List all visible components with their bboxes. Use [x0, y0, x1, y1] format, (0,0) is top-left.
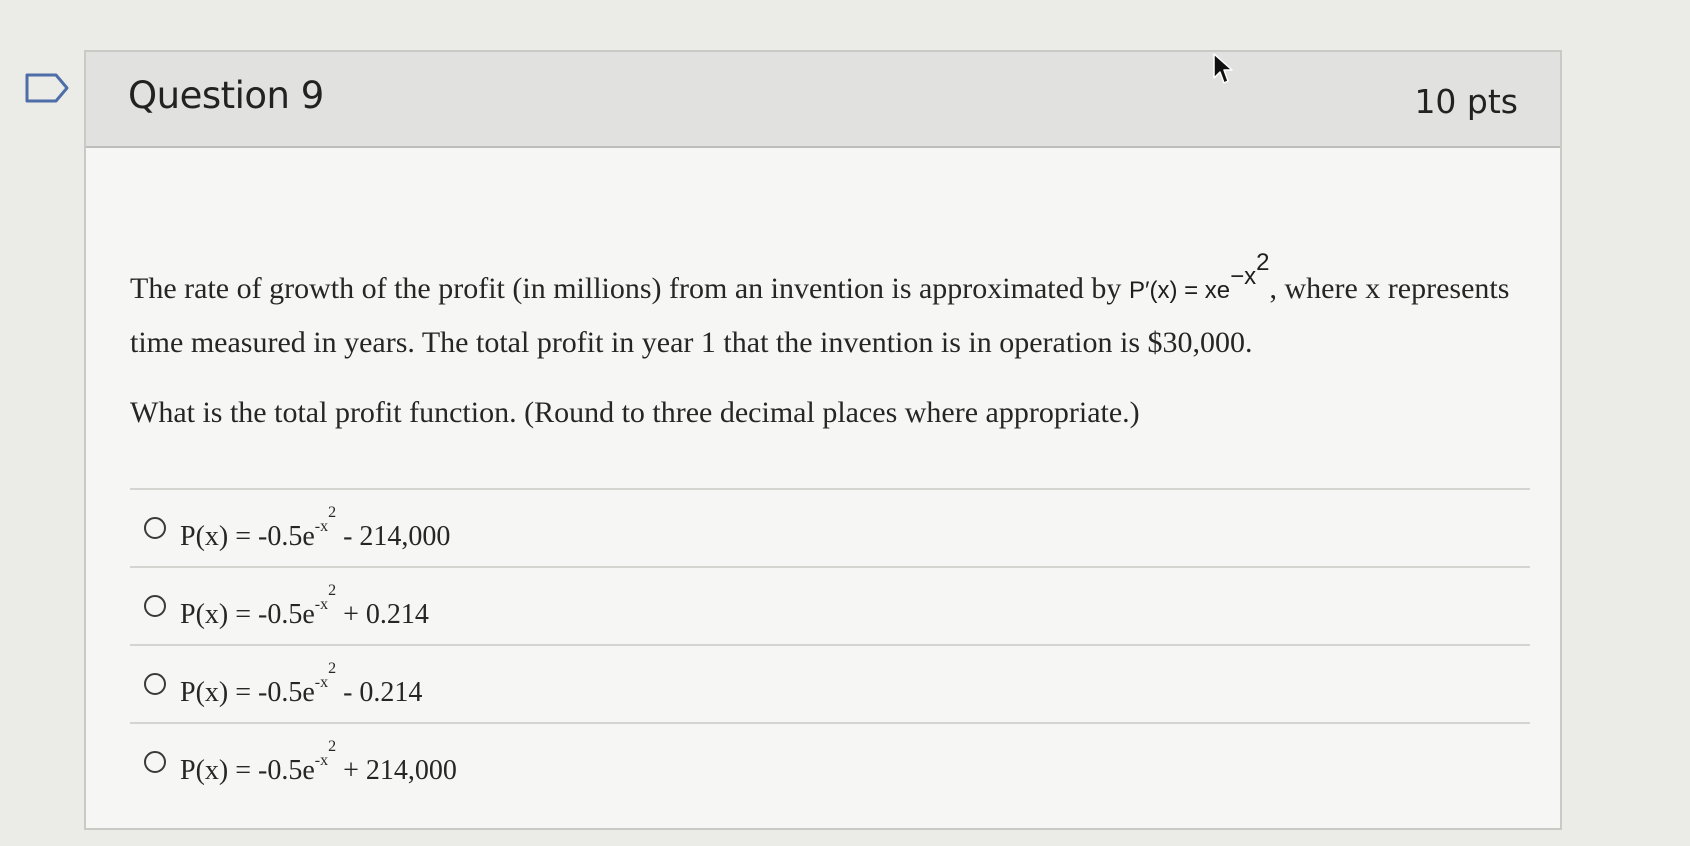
question-flag-icon[interactable] [24, 72, 70, 104]
question-title: Question 9 [128, 74, 324, 117]
derivative-formula: P′(x) = xe−x2 [1128, 249, 1270, 304]
radio-button[interactable] [144, 751, 166, 773]
answer-label: P(x) = -0.5e-x2 - 214,000 [180, 503, 451, 552]
formula-base: P′(x) = xe [1128, 277, 1231, 304]
question-prompt: What is the total profit function. (Roun… [130, 396, 1140, 429]
answer-option-2[interactable]: P(x) = -0.5e-x2 + 0.214 [130, 568, 1530, 644]
mouse-pointer-icon [1213, 53, 1233, 84]
answer-label: P(x) = -0.5e-x2 - 0.214 [180, 659, 423, 708]
question-text: The rate of growth of the profit (in mil… [130, 237, 1530, 439]
answer-list: P(x) = -0.5e-x2 - 214,000 P(x) = -0.5e-x… [130, 488, 1530, 800]
question-stem: The rate of growth of the profit (in mil… [130, 237, 1530, 369]
question-card: Question 9 10 pts The rate of growth of … [84, 50, 1562, 830]
answer-label: P(x) = -0.5e-x2 + 0.214 [180, 581, 429, 630]
answer-option-3[interactable]: P(x) = -0.5e-x2 - 0.214 [130, 646, 1530, 722]
question-text-part1: The rate of growth of the profit (in mil… [130, 272, 1129, 305]
question-points: 10 pts [1414, 82, 1518, 121]
question-header: Question 9 10 pts [86, 52, 1560, 148]
formula-exponent: −x2 [1230, 249, 1270, 290]
radio-button[interactable] [144, 673, 166, 695]
answer-option-4[interactable]: P(x) = -0.5e-x2 + 214,000 [130, 724, 1530, 800]
formula-exponent-power: 2 [1256, 249, 1270, 276]
radio-button[interactable] [144, 595, 166, 617]
radio-button[interactable] [144, 517, 166, 539]
answer-label: P(x) = -0.5e-x2 + 214,000 [180, 737, 457, 786]
answer-option-1[interactable]: P(x) = -0.5e-x2 - 214,000 [130, 490, 1530, 566]
